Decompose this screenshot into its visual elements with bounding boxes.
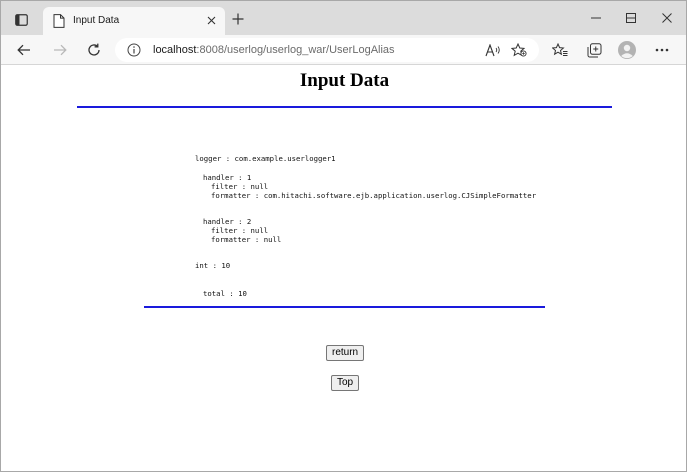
profile-button[interactable]: [616, 39, 638, 61]
maximize-button[interactable]: [616, 7, 646, 29]
address-bar[interactable]: localhost:8008/userlog/userlog_war/UserL…: [115, 38, 539, 62]
document-icon: [53, 14, 65, 28]
address-url: localhost:8008/userlog/userlog_war/UserL…: [153, 44, 395, 56]
url-host: localhost: [153, 44, 197, 56]
log-int: int : 10: [195, 261, 231, 270]
refresh-icon: [88, 43, 100, 56]
more-icon: [655, 48, 669, 52]
return-button[interactable]: return: [326, 345, 365, 361]
tab-title: Input Data: [73, 15, 120, 26]
new-tab-button[interactable]: [230, 11, 246, 27]
forward-button[interactable]: [49, 39, 71, 61]
browser-toolbar: localhost:8008/userlog/userlog_war/UserL…: [1, 35, 686, 65]
minimize-icon: [591, 17, 601, 19]
top-button[interactable]: Top: [331, 375, 360, 391]
log-handler-1: handler : 1: [203, 173, 252, 182]
favorites-button[interactable]: [549, 39, 571, 61]
log-handler-2-formatter: formatter : null: [211, 235, 282, 244]
tab-actions-icon: [14, 14, 28, 26]
page-content: Input Data logger : com.example.userlogg…: [1, 66, 686, 471]
refresh-button[interactable]: [83, 39, 105, 61]
forward-arrow-icon: [54, 44, 67, 56]
minimize-button-alt[interactable]: [581, 7, 611, 29]
read-aloud-icon: [485, 43, 500, 56]
back-button[interactable]: [13, 39, 35, 61]
close-window-button[interactable]: [652, 7, 682, 29]
back-arrow-icon: [17, 44, 30, 56]
log-total: total : 10: [203, 289, 247, 298]
log-handler-2: handler : 2: [203, 217, 252, 226]
collections-button[interactable]: [583, 39, 605, 61]
tab-actions-button[interactable]: [7, 8, 35, 32]
star-add-icon: [511, 43, 527, 57]
log-handler-1-filter: filter : null: [211, 182, 269, 191]
add-favorite-button[interactable]: [511, 43, 527, 57]
collections-icon: [587, 42, 601, 57]
plus-icon: [232, 13, 244, 25]
log-handler-2-filter: filter : null: [211, 226, 269, 235]
settings-more-button[interactable]: [651, 39, 673, 61]
close-icon: [662, 13, 672, 23]
info-icon: [127, 43, 141, 57]
page-title: Input Data: [299, 70, 390, 91]
log-logger: logger : com.example.userlogger1: [195, 154, 336, 163]
favorites-icon: [552, 43, 568, 56]
maximize-icon: [626, 13, 636, 23]
browser-window: Input Data localhost:8008/userlog/userlo…: [0, 0, 687, 472]
url-path: :8008/userlog/userlog_war/UserLogAlias: [196, 44, 395, 56]
tab-active[interactable]: Input Data: [43, 7, 225, 35]
log-handler-1-formatter: formatter : com.hitachi.software.ejb.app…: [211, 191, 537, 200]
read-aloud-button[interactable]: [485, 43, 501, 57]
close-icon: [207, 16, 215, 24]
top-divider: [77, 106, 612, 108]
tab-close-button[interactable]: [204, 13, 218, 27]
bottom-divider: [144, 306, 545, 308]
avatar-icon: [618, 41, 636, 59]
